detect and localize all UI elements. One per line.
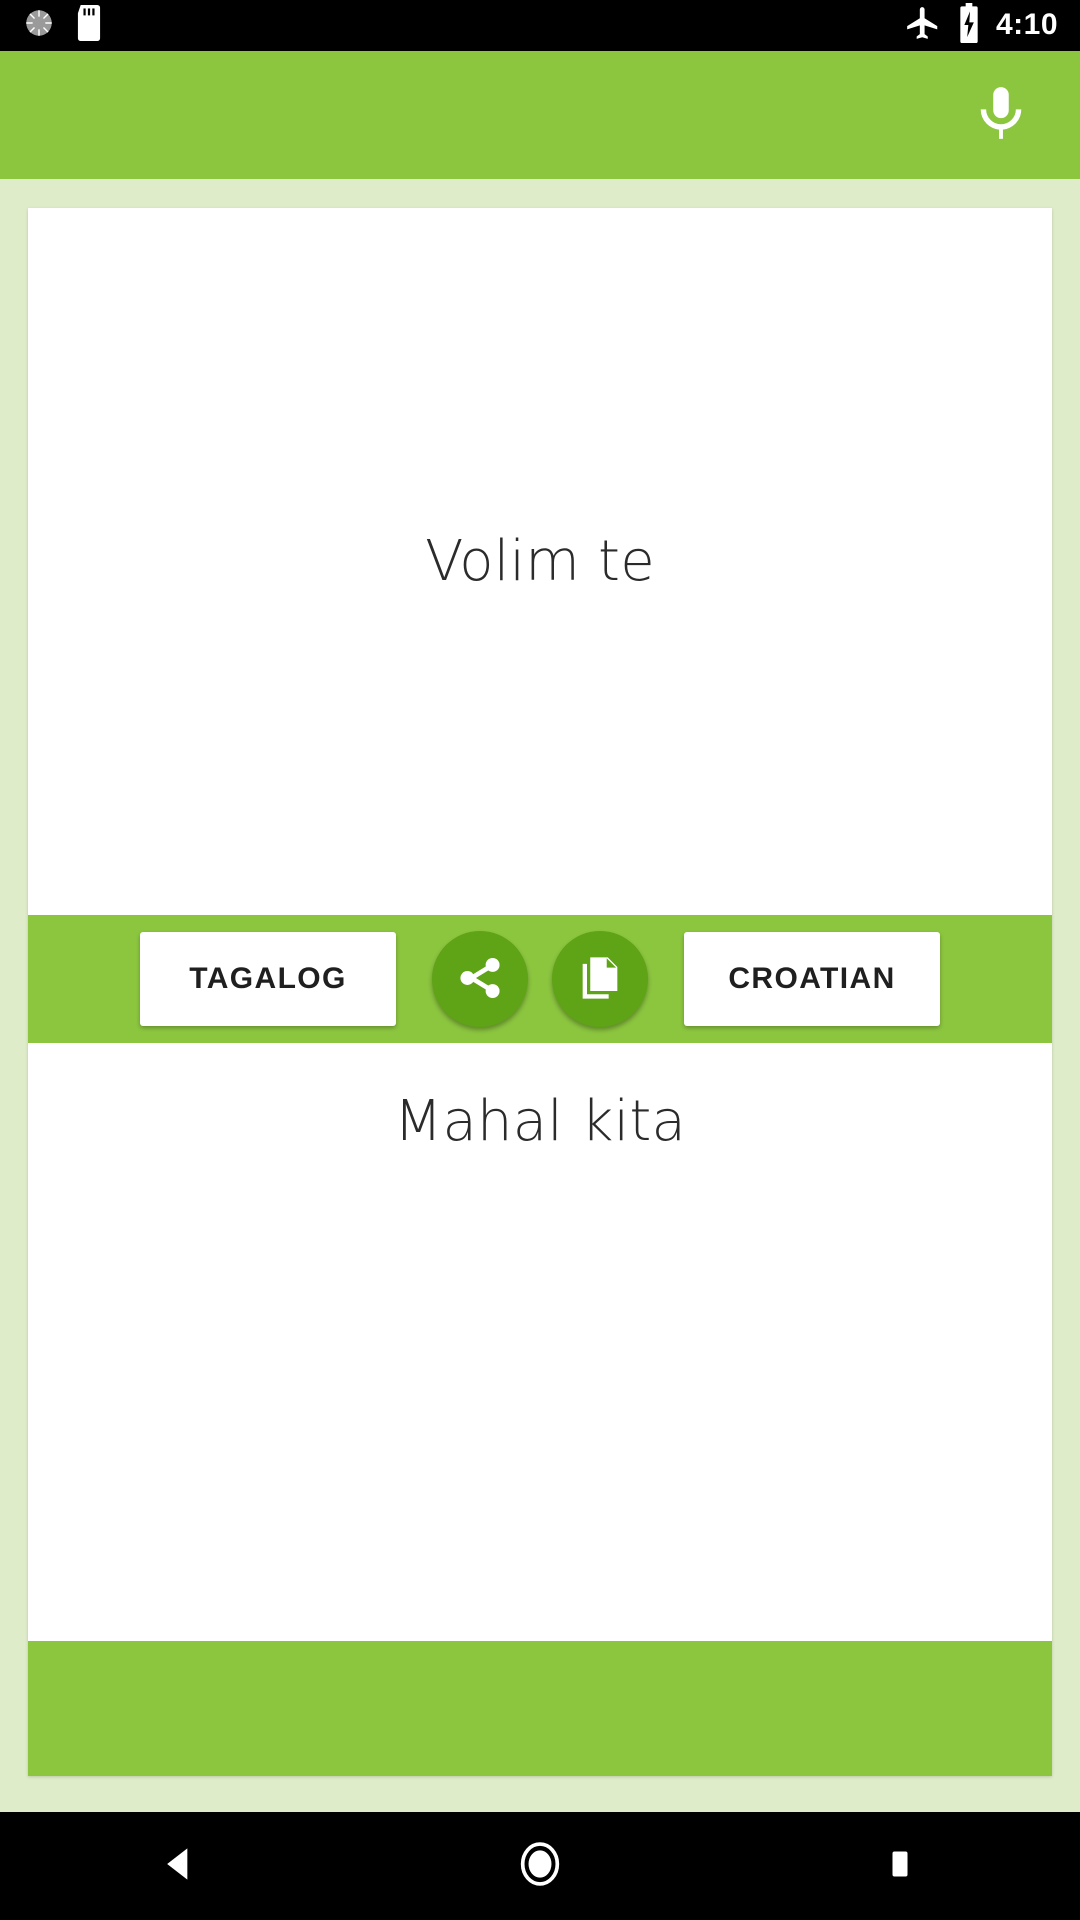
copy-button[interactable]: [552, 931, 648, 1027]
action-toolbar: TAGALOG CROATIAN: [28, 915, 1052, 1043]
battery-charging-icon: [956, 3, 982, 48]
source-phrase: Volim te: [425, 528, 655, 594]
back-triangle-icon: [158, 1842, 202, 1891]
sd-card-icon: [74, 5, 104, 46]
airplane-mode-icon: [904, 4, 942, 47]
source-text-pane[interactable]: Volim te: [28, 208, 1052, 915]
microphone-icon: [970, 82, 1032, 149]
card-footer-band: [28, 1641, 1052, 1776]
sync-spinner-icon: [22, 6, 56, 45]
back-button[interactable]: [105, 1812, 255, 1920]
android-navigation-bar: [0, 1812, 1080, 1920]
target-language-button[interactable]: CROATIAN: [684, 932, 940, 1026]
phone-screen: 4:10 Volim te TAGALOG CROATIAN Mahal kit…: [0, 0, 1080, 1920]
share-icon: [453, 951, 507, 1008]
home-circle-icon: [514, 1838, 566, 1895]
share-button[interactable]: [432, 931, 528, 1027]
voice-input-button[interactable]: [958, 72, 1044, 158]
status-bar: 4:10: [0, 0, 1080, 51]
status-bar-left-icons: [22, 5, 104, 46]
recents-button[interactable]: [825, 1812, 975, 1920]
status-bar-right-icons: 4:10: [904, 3, 1058, 48]
target-text-pane[interactable]: Mahal kita: [28, 1043, 1052, 1533]
status-bar-clock: 4:10: [995, 7, 1058, 41]
home-button[interactable]: [465, 1812, 615, 1920]
copy-icon: [574, 952, 626, 1007]
recents-square-icon: [880, 1844, 920, 1889]
app-bar: [0, 51, 1080, 179]
source-language-button[interactable]: TAGALOG: [140, 932, 396, 1026]
target-phrase: Mahal kita: [393, 1089, 687, 1154]
translation-card: Volim te TAGALOG CROATIAN Mahal kita: [28, 208, 1052, 1776]
